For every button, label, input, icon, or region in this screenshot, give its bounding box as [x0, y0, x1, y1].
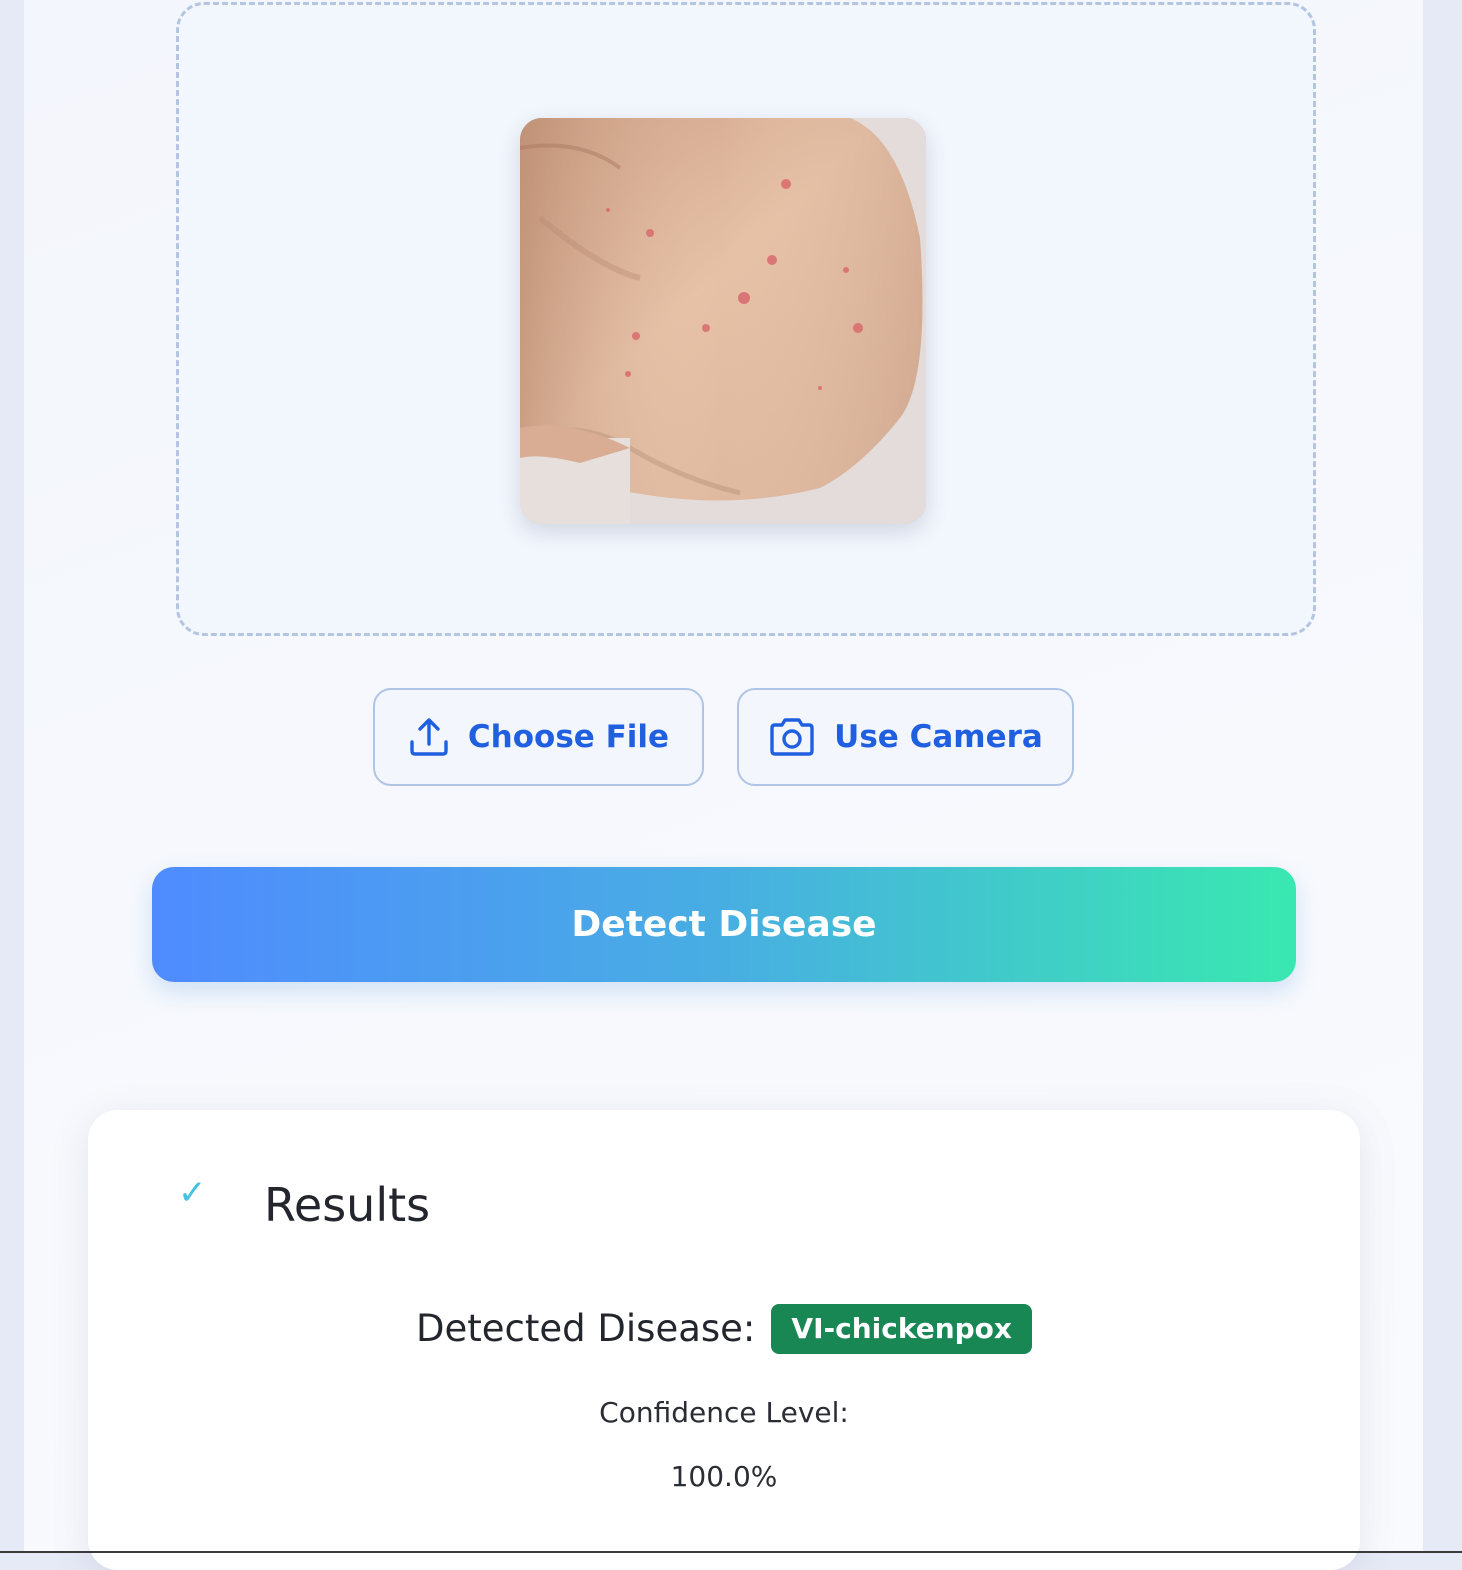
disease-badge: VI-chickenpox	[771, 1304, 1032, 1354]
check-icon: ✓	[178, 1173, 207, 1213]
detected-disease-label: Detected Disease:	[416, 1307, 756, 1351]
confidence-value: 100.0%	[670, 1460, 778, 1493]
choose-file-button[interactable]: Choose File	[373, 688, 704, 786]
results-title: Results	[264, 1178, 431, 1232]
upload-icon	[408, 716, 450, 758]
camera-icon	[768, 716, 816, 758]
results-card: ✓ Results Detected Disease: VI-chickenpo…	[88, 1110, 1360, 1570]
use-camera-button[interactable]: Use Camera	[737, 688, 1074, 786]
confidence-label: Confidence Level:	[599, 1396, 849, 1429]
main-container: Choose File Use Camera Detect Disease ✓ …	[24, 0, 1423, 1570]
use-camera-label: Use Camera	[834, 719, 1043, 755]
detect-disease-button[interactable]: Detect Disease	[152, 867, 1296, 982]
choose-file-label: Choose File	[467, 719, 670, 755]
uploaded-image-preview	[520, 118, 926, 524]
detected-disease-row: Detected Disease: VI-chickenpox	[88, 1304, 1360, 1354]
skin-photo	[520, 118, 926, 524]
